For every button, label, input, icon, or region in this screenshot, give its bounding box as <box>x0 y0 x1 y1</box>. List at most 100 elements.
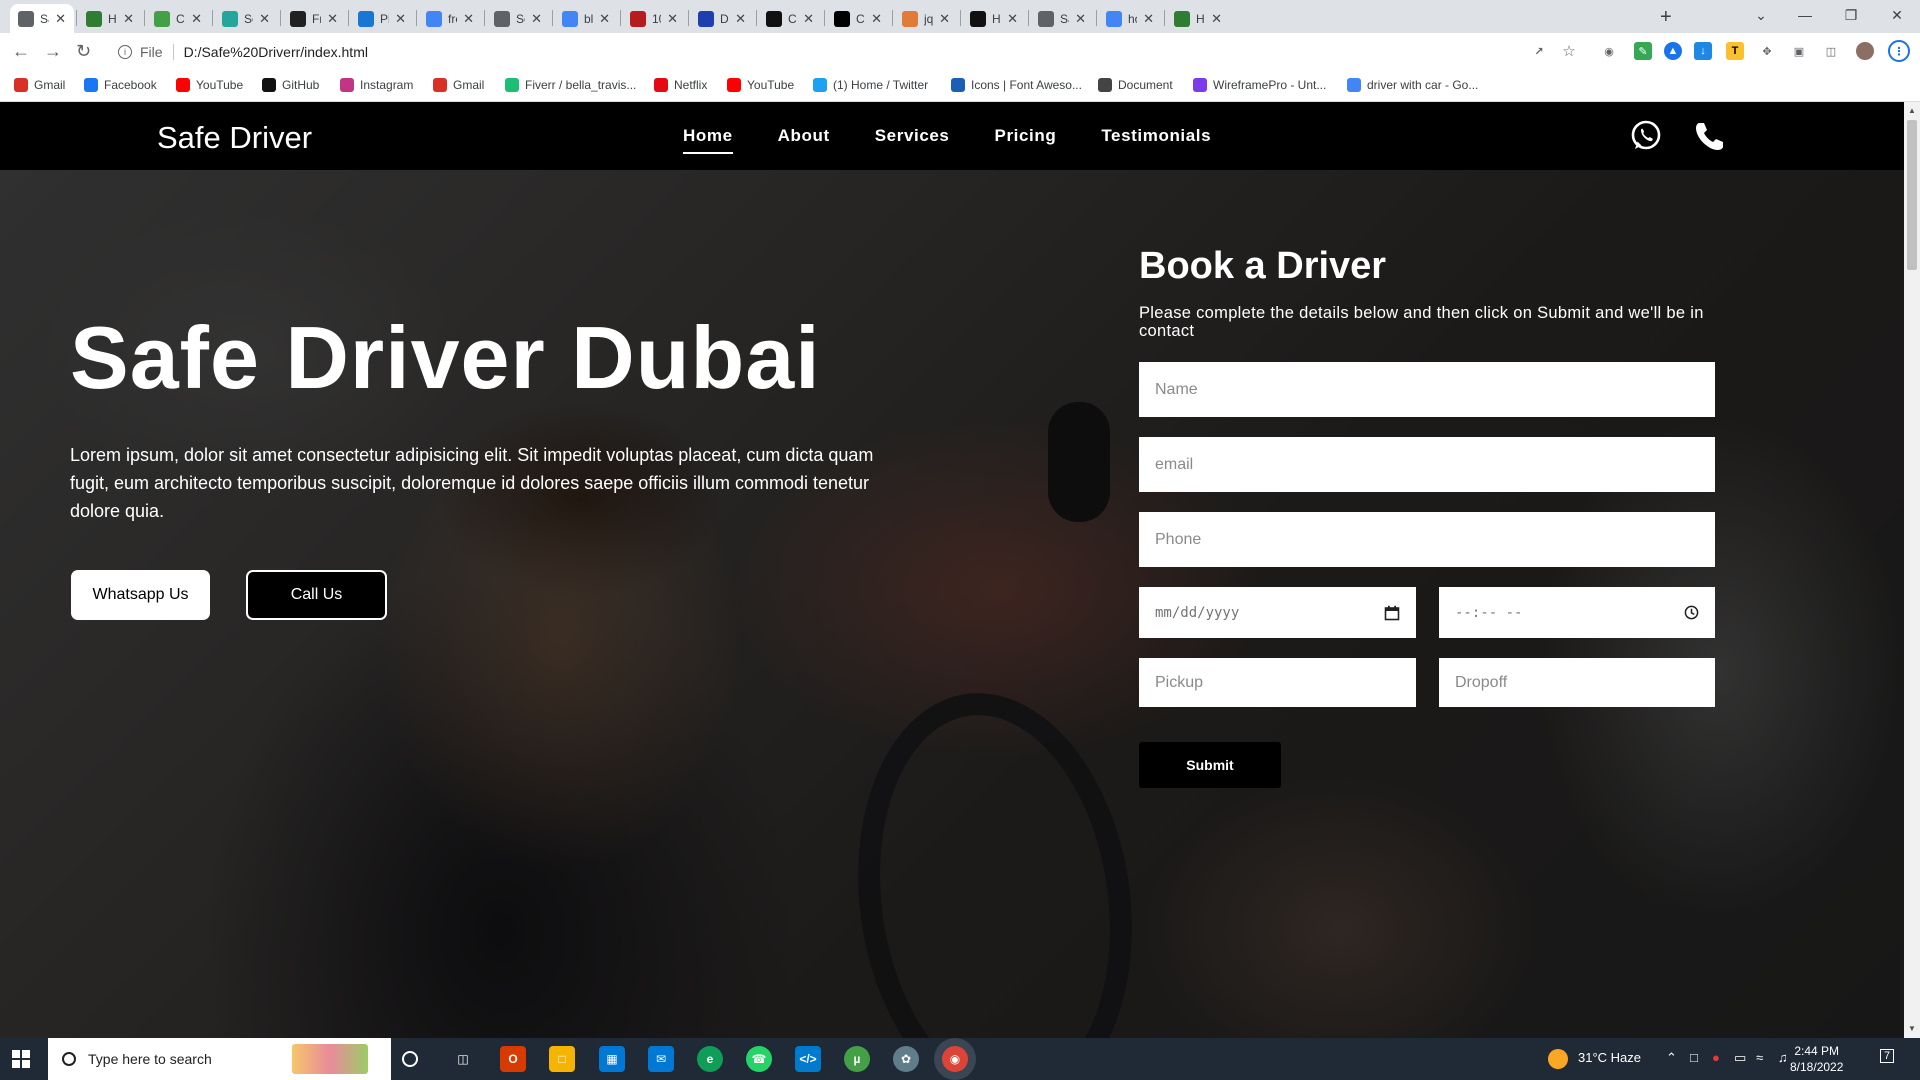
tray-chevron-icon[interactable]: ⌃ <box>1666 1050 1677 1066</box>
tab-close-icon[interactable]: ✕ <box>463 11 474 27</box>
browser-tab[interactable]: jquer ✕ <box>894 4 958 33</box>
browser-tab[interactable]: 10+ ✕ <box>622 4 686 33</box>
address-url[interactable]: D:/Safe%20Driverr/index.html <box>184 44 368 60</box>
menu-kebab-icon[interactable]: ⋮ <box>1888 40 1910 62</box>
windows-start-icon[interactable] <box>12 1050 30 1068</box>
tab-close-icon[interactable]: ✕ <box>735 11 746 27</box>
scroll-down-arrow-icon[interactable]: ▼ <box>1908 1024 1916 1033</box>
minimize-icon[interactable]: — <box>1782 0 1828 30</box>
nav-services[interactable]: Services <box>875 126 950 146</box>
tab-close-icon[interactable]: ✕ <box>191 11 202 27</box>
tray-antivirus-icon[interactable]: ● <box>1712 1050 1720 1065</box>
volume-icon[interactable]: ♫ <box>1778 1050 1788 1065</box>
nav-about[interactable]: About <box>778 126 830 146</box>
site-info-icon[interactable]: i <box>118 44 132 59</box>
bookmark-item[interactable]: WireframePro - Unt... <box>1193 78 1326 92</box>
bookmark-item[interactable]: Icons | Font Aweso... <box>951 78 1082 92</box>
taskbar-search-box[interactable]: Type here to search <box>48 1038 391 1080</box>
tab-close-icon[interactable]: ✕ <box>531 11 542 27</box>
chevron-down-icon[interactable]: ⌄ <box>1738 0 1784 30</box>
whatsapp-button[interactable]: Whatsapp Us <box>71 570 210 620</box>
scrollbar-thumb[interactable] <box>1907 120 1917 270</box>
clock-icon[interactable] <box>1684 605 1699 620</box>
nav-pricing[interactable]: Pricing <box>995 126 1057 146</box>
browser-tab[interactable]: black ✕ <box>554 4 618 33</box>
browser-tab[interactable]: How ✕ <box>1166 4 1230 33</box>
phone-field[interactable] <box>1139 512 1715 567</box>
browser-tab[interactable]: Deco ✕ <box>690 4 754 33</box>
phone-icon[interactable] <box>1692 118 1728 154</box>
browser-tab[interactable]: how ✕ <box>1098 4 1162 33</box>
side-panel-icon[interactable]: ◫ <box>1822 42 1840 60</box>
weather-text[interactable]: 31°C Haze <box>1578 1050 1641 1065</box>
reload-icon[interactable]: ↻ <box>76 41 91 62</box>
office-icon[interactable]: O <box>500 1046 526 1072</box>
tab-close-icon[interactable]: ✕ <box>939 11 950 27</box>
bookmark-item[interactable]: Gmail <box>14 78 65 92</box>
time-field[interactable]: --:-- -- <box>1439 587 1715 638</box>
browser-tab[interactable]: free ✕ <box>418 4 482 33</box>
browser-tab[interactable]: CSS ✕ <box>758 4 822 33</box>
bookmark-item[interactable]: (1) Home / Twitter <box>813 78 928 92</box>
store-icon[interactable]: ▦ <box>599 1046 625 1072</box>
star-icon[interactable]: ☆ <box>1560 42 1578 60</box>
scroll-up-arrow-icon[interactable]: ▲ <box>1908 106 1916 115</box>
back-arrow-icon[interactable]: ← <box>12 41 30 62</box>
new-tab-icon[interactable]: + <box>1660 6 1672 29</box>
nav-testimonials[interactable]: Testimonials <box>1101 126 1211 146</box>
email-field[interactable] <box>1139 437 1715 492</box>
tab-close-icon[interactable]: ✕ <box>1143 11 1154 27</box>
browser-tab[interactable]: Safe ✕ <box>1030 4 1094 33</box>
maximize-icon[interactable]: ❐ <box>1828 0 1874 30</box>
browser-tab[interactable]: Free ✕ <box>282 4 346 33</box>
tab-close-icon[interactable]: ✕ <box>803 11 814 27</box>
browser-tab[interactable]: Head ✕ <box>962 4 1026 33</box>
chrome-icon[interactable]: ◉ <box>942 1046 968 1072</box>
bookmark-item[interactable]: GitHub <box>262 78 319 92</box>
battery-icon[interactable]: ▭ <box>1734 1050 1746 1066</box>
tab-close-icon[interactable]: ✕ <box>55 11 66 27</box>
browser-tab[interactable]: Phon ✕ <box>350 4 414 33</box>
notification-center-icon[interactable]: 7 <box>1880 1049 1895 1063</box>
bookmark-item[interactable]: YouTube <box>727 78 794 92</box>
mail-icon[interactable]: ✉ <box>648 1046 674 1072</box>
utorrent-icon[interactable]: µ <box>844 1046 870 1072</box>
bookmark-item[interactable]: Instagram <box>340 78 413 92</box>
call-button[interactable]: Call Us <box>246 570 387 620</box>
tab-close-icon[interactable]: ✕ <box>259 11 270 27</box>
nav-home[interactable]: Home <box>683 126 733 154</box>
bookmark-item[interactable]: Document <box>1098 78 1173 92</box>
bookmark-item[interactable]: Netflix <box>654 78 707 92</box>
tab-close-icon[interactable]: ✕ <box>395 11 406 27</box>
puzzle-extensions-icon[interactable]: ▣ <box>1790 42 1808 60</box>
edge-icon[interactable]: e <box>697 1046 723 1072</box>
browser-tab[interactable]: Searc ✕ <box>214 4 278 33</box>
tab-close-icon[interactable]: ✕ <box>871 11 882 27</box>
name-field[interactable] <box>1139 362 1715 417</box>
wifi-icon[interactable]: ≈ <box>1756 1050 1763 1065</box>
bookmark-item[interactable]: driver with car - Go... <box>1347 78 1478 92</box>
site-brand[interactable]: Safe Driver <box>157 120 312 156</box>
tab-close-icon[interactable]: ✕ <box>123 11 134 27</box>
extension-blue-icon[interactable]: ▲ <box>1664 42 1682 60</box>
page-scrollbar[interactable]: ▲ ▼ <box>1904 102 1920 1038</box>
cortana-icon[interactable] <box>402 1051 418 1067</box>
calendar-icon[interactable] <box>1384 605 1400 621</box>
extension-pen-icon[interactable]: ✎ <box>1634 42 1652 60</box>
share-icon[interactable]: ↗ <box>1530 42 1548 60</box>
extension-t-icon[interactable]: T <box>1726 42 1744 60</box>
bookmark-item[interactable]: YouTube <box>176 78 243 92</box>
move-extension-icon[interactable]: ✥ <box>1758 42 1776 60</box>
dropoff-field[interactable] <box>1439 658 1715 707</box>
system-clock[interactable]: 2:44 PM 8/18/2022 <box>1790 1043 1843 1075</box>
vscode-icon[interactable]: </> <box>795 1046 821 1072</box>
bookmark-item[interactable]: Facebook <box>84 78 157 92</box>
file-explorer-icon[interactable]: □ <box>549 1046 575 1072</box>
tab-close-icon[interactable]: ✕ <box>667 11 678 27</box>
submit-button[interactable]: Submit <box>1139 742 1281 788</box>
whatsapp-app-icon[interactable]: ☎ <box>746 1046 772 1072</box>
tab-close-icon[interactable]: ✕ <box>1211 11 1222 27</box>
tab-close-icon[interactable]: ✕ <box>327 11 338 27</box>
bookmark-item[interactable]: Fiverr / bella_travis... <box>505 78 636 92</box>
browser-tab[interactable]: CSS ✕ <box>146 4 210 33</box>
